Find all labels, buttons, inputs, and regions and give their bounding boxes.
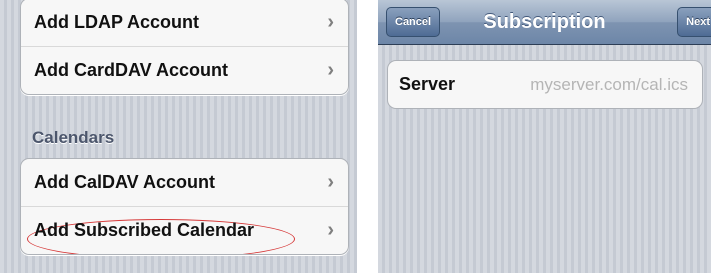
chevron-right-icon: › [327, 171, 334, 193]
subscription-screen: Subscription Cancel Next Server [378, 0, 711, 273]
navigation-bar: Subscription Cancel Next [378, 0, 711, 45]
server-label: Server [399, 74, 456, 94]
add-subscribed-calendar-label: Add Subscribed Calendar [34, 220, 255, 240]
add-ldap-account-label: Add LDAP Account [34, 12, 199, 32]
section-header-calendars: Calendars [32, 128, 115, 147]
add-caldav-account-row[interactable]: Add CalDAV Account › [21, 159, 348, 206]
chevron-right-icon: › [327, 59, 334, 81]
add-carddav-account-label: Add CardDAV Account [34, 60, 229, 80]
accounts-settings-screen: Add LDAP Account › Add CardDAV Account ›… [0, 0, 357, 273]
accounts-group: Add LDAP Account › Add CardDAV Account › [20, 0, 349, 95]
server-input[interactable] [498, 73, 688, 97]
add-ldap-account-row[interactable]: Add LDAP Account › [21, 0, 348, 46]
calendars-group: Add CalDAV Account › Add Subscribed Cale… [20, 158, 349, 255]
next-button[interactable]: Next [677, 7, 711, 37]
add-caldav-account-label: Add CalDAV Account [34, 172, 216, 192]
chevron-right-icon: › [327, 219, 334, 241]
server-field-group: Server [387, 60, 703, 109]
cancel-button[interactable]: Cancel [386, 7, 441, 37]
add-subscribed-calendar-row[interactable]: Add Subscribed Calendar › [21, 206, 348, 254]
chevron-right-icon: › [327, 11, 334, 33]
add-carddav-account-row[interactable]: Add CardDAV Account › [21, 46, 348, 94]
